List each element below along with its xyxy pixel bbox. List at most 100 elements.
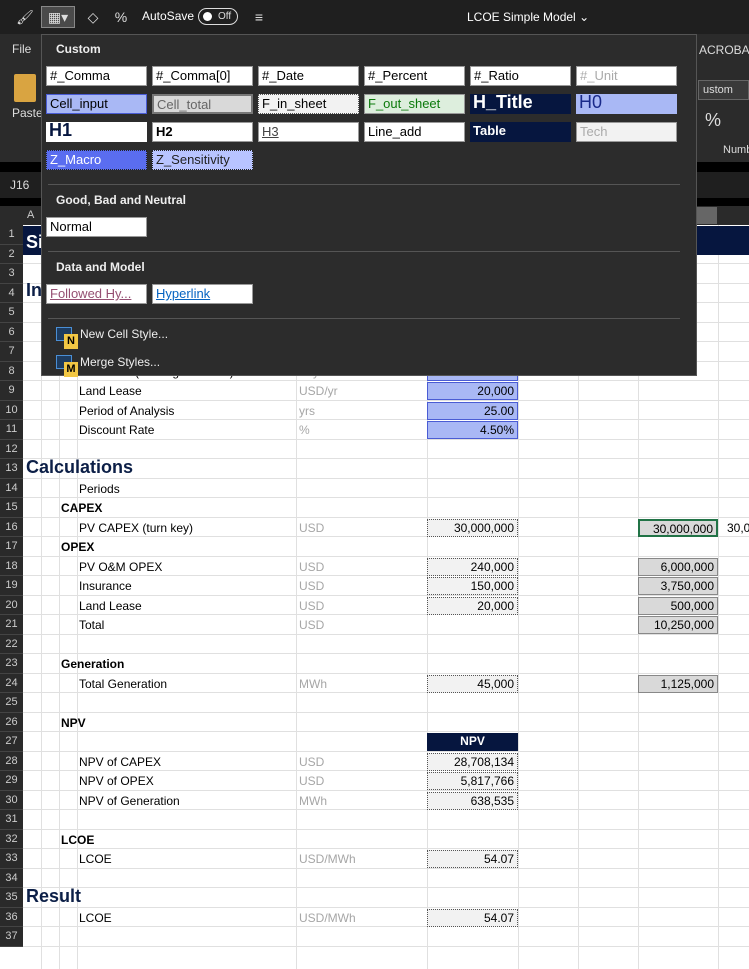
row-header[interactable]: 1 <box>0 225 23 245</box>
style-h-title[interactable]: H_Title <box>470 94 571 114</box>
style-h2[interactable]: H2 <box>152 122 253 142</box>
format-painter-icon[interactable]: 🖌 <box>14 6 36 28</box>
style-followed-hyperlink[interactable]: Followed Hy... <box>46 284 147 304</box>
style-table[interactable]: Table <box>470 122 571 142</box>
row-header[interactable]: 32 <box>0 829 23 849</box>
number-format-select[interactable]: ustom <box>698 80 749 100</box>
input-label: Discount Rate <box>79 423 155 437</box>
row-header[interactable]: 35 <box>0 888 23 908</box>
row-header[interactable]: 24 <box>0 673 23 693</box>
row-header[interactable]: 26 <box>0 712 23 732</box>
generation-value[interactable]: 45,000 <box>427 674 518 693</box>
autosave-toggle[interactable]: Off <box>198 8 238 25</box>
row-header[interactable]: 28 <box>0 751 23 771</box>
style--unit[interactable]: #_Unit <box>576 66 677 86</box>
style-h3[interactable]: H3 <box>258 122 359 142</box>
style-f-in-sheet[interactable]: F_in_sheet <box>258 94 359 114</box>
merge-styles-button[interactable]: Merge Styles... <box>80 355 160 369</box>
pv-capex-k16[interactable]: 30,0 <box>727 519 749 537</box>
lcoe-value[interactable]: 54.07 <box>427 850 518 868</box>
row-header[interactable]: 27 <box>0 732 23 752</box>
row-header[interactable]: 37 <box>0 927 23 947</box>
style-cell-input[interactable]: Cell_input <box>46 94 147 114</box>
opex-value[interactable]: 20,000 <box>427 596 518 615</box>
style-h0[interactable]: H0 <box>576 94 677 114</box>
opex-total-j[interactable]: 6,000,000 <box>638 557 718 576</box>
row-header[interactable]: 14 <box>0 478 23 498</box>
npv-value[interactable]: 5,817,766 <box>427 772 518 790</box>
style-h1[interactable]: H1 <box>46 122 147 142</box>
row-header[interactable]: 9 <box>0 381 23 401</box>
name-box[interactable]: J16 <box>10 178 29 192</box>
input-cell[interactable]: 20,000 <box>427 382 518 400</box>
selected-cell-j16[interactable]: 30,000,000 <box>638 518 718 537</box>
row-header[interactable]: 19 <box>0 576 23 596</box>
style-hyperlink[interactable]: Hyperlink <box>152 284 253 304</box>
row-header[interactable]: 2 <box>0 244 23 264</box>
result-lcoe-value[interactable]: 54.07 <box>427 908 518 927</box>
row-header[interactable]: 20 <box>0 595 23 615</box>
style-line-add[interactable]: Line_add <box>364 122 465 142</box>
row-header[interactable]: 15 <box>0 498 23 518</box>
row-header[interactable]: 10 <box>0 400 23 420</box>
row-header[interactable]: 11 <box>0 420 23 440</box>
npv-value[interactable]: 638,535 <box>427 791 518 810</box>
tab-file[interactable]: File <box>12 42 31 56</box>
paste-button[interactable]: Paste <box>12 106 43 120</box>
row-header[interactable]: 5 <box>0 303 23 323</box>
style--percent[interactable]: #_Percent <box>364 66 465 86</box>
row-header[interactable]: 23 <box>0 654 23 674</box>
row-header[interactable]: 7 <box>0 342 23 362</box>
row-header[interactable]: 4 <box>0 283 23 303</box>
row-header[interactable]: 3 <box>0 264 23 284</box>
row-header[interactable]: 31 <box>0 810 23 830</box>
row-header[interactable]: 29 <box>0 771 23 791</box>
percent-button[interactable]: % <box>705 110 721 131</box>
new-cell-style-button[interactable]: New Cell Style... <box>80 327 168 341</box>
cell-styles-icon[interactable]: ▦▾ <box>41 6 75 28</box>
input-cell[interactable]: 4.50% <box>427 421 518 439</box>
style-z-sensitivity[interactable]: Z_Sensitivity <box>152 150 253 170</box>
row-header[interactable]: 16 <box>0 517 23 537</box>
document-title[interactable]: LCOE Simple Model ⌄ <box>467 10 589 24</box>
row-header[interactable]: 30 <box>0 790 23 810</box>
eraser-icon[interactable]: ◇ <box>82 6 104 28</box>
opex-total-j[interactable]: 500,000 <box>638 596 718 615</box>
opex-total-j[interactable]: 3,750,000 <box>638 577 718 595</box>
style-f-out-sheet[interactable]: F_out_sheet <box>364 94 465 114</box>
style-cell-total[interactable]: Cell_total <box>152 94 253 114</box>
row-header[interactable]: 13 <box>0 459 23 479</box>
row-header[interactable]: 21 <box>0 615 23 635</box>
row-header[interactable]: 8 <box>0 361 23 381</box>
opex-total-j[interactable]: 10,250,000 <box>638 616 718 634</box>
row-header[interactable]: 22 <box>0 634 23 654</box>
input-cell[interactable]: 25.00 <box>427 401 518 420</box>
npv-table-header[interactable]: NPV <box>427 733 518 751</box>
style--ratio[interactable]: #_Ratio <box>470 66 571 86</box>
style--date[interactable]: #_Date <box>258 66 359 86</box>
generation-total-j[interactable]: 1,125,000 <box>638 674 718 693</box>
style-normal[interactable]: Normal <box>46 217 147 237</box>
style-tech[interactable]: Tech <box>576 122 677 142</box>
row-header[interactable]: 36 <box>0 907 23 927</box>
customize-toolbar-icon[interactable]: ≡ <box>248 6 270 28</box>
opex-value[interactable]: 240,000 <box>427 557 518 576</box>
row-header[interactable]: 6 <box>0 322 23 342</box>
paste-icon[interactable] <box>14 74 36 102</box>
row-header[interactable]: 33 <box>0 849 23 869</box>
style--comma-0-[interactable]: #_Comma[0] <box>152 66 253 86</box>
percent-style-icon[interactable]: % <box>110 6 132 28</box>
tab-acrobat[interactable]: ACROBAT <box>699 43 749 57</box>
opex-value[interactable]: 150,000 <box>427 577 518 595</box>
style-z-macro[interactable]: Z_Macro <box>46 150 147 170</box>
row-header[interactable]: 12 <box>0 439 23 459</box>
column-header-a[interactable]: A <box>27 209 34 221</box>
row-header[interactable]: 17 <box>0 537 23 557</box>
style--comma[interactable]: #_Comma <box>46 66 147 86</box>
row-header[interactable]: 18 <box>0 556 23 576</box>
npv-value[interactable]: 28,708,134 <box>427 752 518 771</box>
pv-capex-value[interactable]: 30,000,000 <box>427 518 518 537</box>
row-header[interactable]: 34 <box>0 868 23 888</box>
row-header[interactable]: 25 <box>0 693 23 713</box>
column-header-selected[interactable] <box>697 207 717 224</box>
